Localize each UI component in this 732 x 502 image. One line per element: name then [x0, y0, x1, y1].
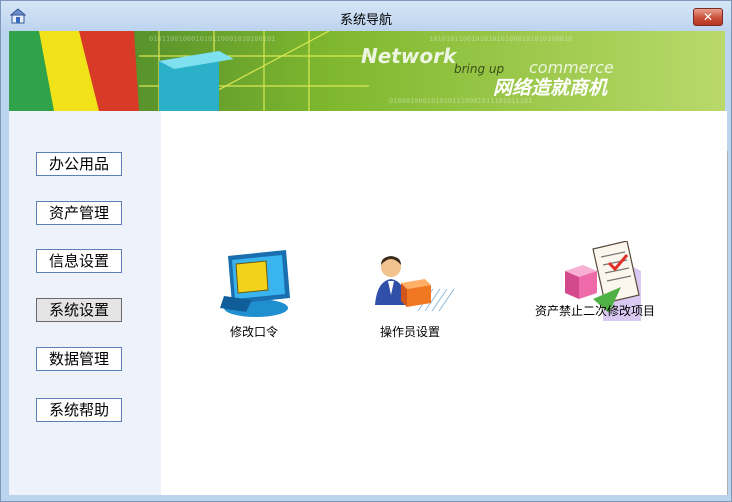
monitor-icon: [220, 250, 290, 317]
bottom-border: [9, 495, 725, 501]
nav-button-system-settings[interactable]: 系统设置: [36, 298, 122, 322]
window-title: 系统导航: [339, 13, 392, 28]
panel-edge: [727, 151, 728, 495]
change-password-item[interactable]: 修改口令: [213, 246, 303, 341]
nav-button-system-help[interactable]: 系统帮助: [36, 398, 122, 422]
svg-text:010110010001010110001010100101: 010110010001010110001010100101: [149, 35, 275, 43]
banner-text-commerce: commerce: [529, 58, 614, 77]
close-button[interactable]: ✕: [693, 8, 723, 26]
change-password-label: 修改口令: [230, 325, 279, 339]
title-bar: 系统导航 ✕: [1, 1, 731, 31]
banner-text-network: Network: [361, 44, 458, 68]
sidebar: 办公用品 资产管理 信息设置 系统设置 数据管理 系统帮助: [9, 111, 161, 495]
nav-button-asset-management[interactable]: 资产管理: [36, 201, 122, 225]
operator-icon: [375, 256, 455, 312]
svg-text:101010110010101010100010101010: 1010101100101010101000101010100010: [429, 35, 572, 43]
nav-button-data-management[interactable]: 数据管理: [36, 347, 122, 371]
asset-lock-item[interactable]: 资产禁止二次修改项目: [533, 241, 673, 341]
operator-settings-label: 操作员设置: [380, 325, 441, 339]
banner-text-cn: 网络造就商机: [493, 77, 609, 99]
banner-graphic: 010110010001010110001010100101 101010110…: [9, 31, 725, 111]
asset-lock-label: 资产禁止二次修改项目: [535, 304, 656, 318]
nav-button-info-settings[interactable]: 信息设置: [36, 249, 122, 273]
close-icon: ✕: [702, 10, 714, 24]
main-window: 系统导航 ✕ 010110010001010110001010100101 10…: [0, 0, 732, 502]
content-panel: 修改口令 操作员设置 资产禁止二次修改项目: [161, 111, 727, 495]
banner-text-bringup: bring up: [454, 62, 505, 76]
banner-image: 010110010001010110001010100101 101010110…: [9, 31, 725, 111]
nav-button-office-supplies[interactable]: 办公用品: [36, 152, 122, 176]
operator-settings-item[interactable]: 操作员设置: [371, 251, 471, 341]
